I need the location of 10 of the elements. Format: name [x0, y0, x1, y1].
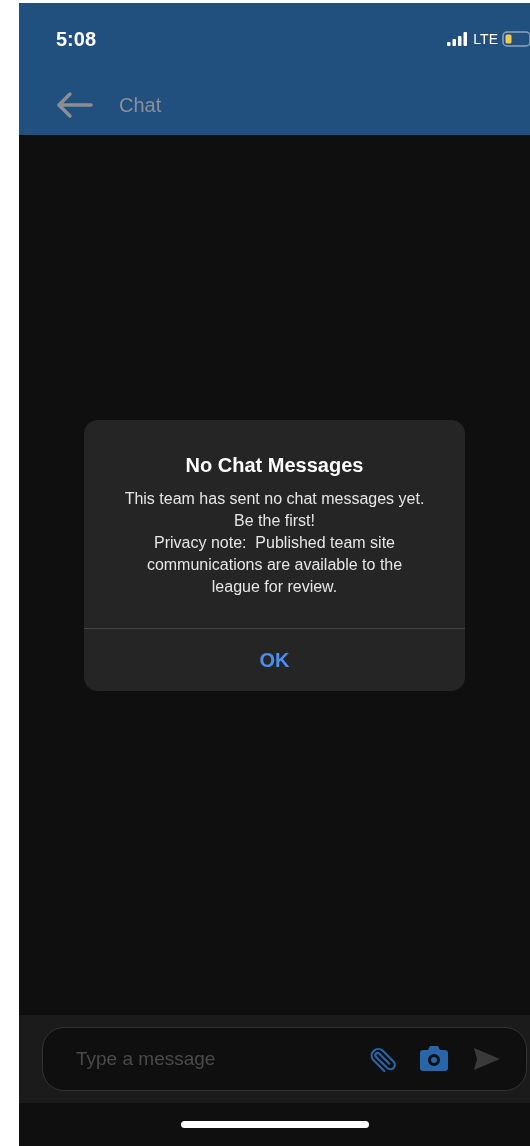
back-arrow-icon[interactable]	[55, 91, 93, 119]
status-time: 5:08	[56, 27, 97, 52]
network-label: LTE	[473, 29, 498, 49]
dialog-message: This team has sent no chat messages yet. Be the first! Privacy note: Published team site communications are available to the league for review.	[123, 488, 426, 597]
screen-title: Chat	[119, 93, 162, 118]
camera-icon[interactable]	[418, 1045, 450, 1073]
ok-button[interactable]: OK	[84, 628, 465, 691]
battery-icon	[502, 31, 530, 47]
signal-icon	[447, 31, 470, 47]
dialog-title: No Chat Messages	[185, 452, 364, 478]
